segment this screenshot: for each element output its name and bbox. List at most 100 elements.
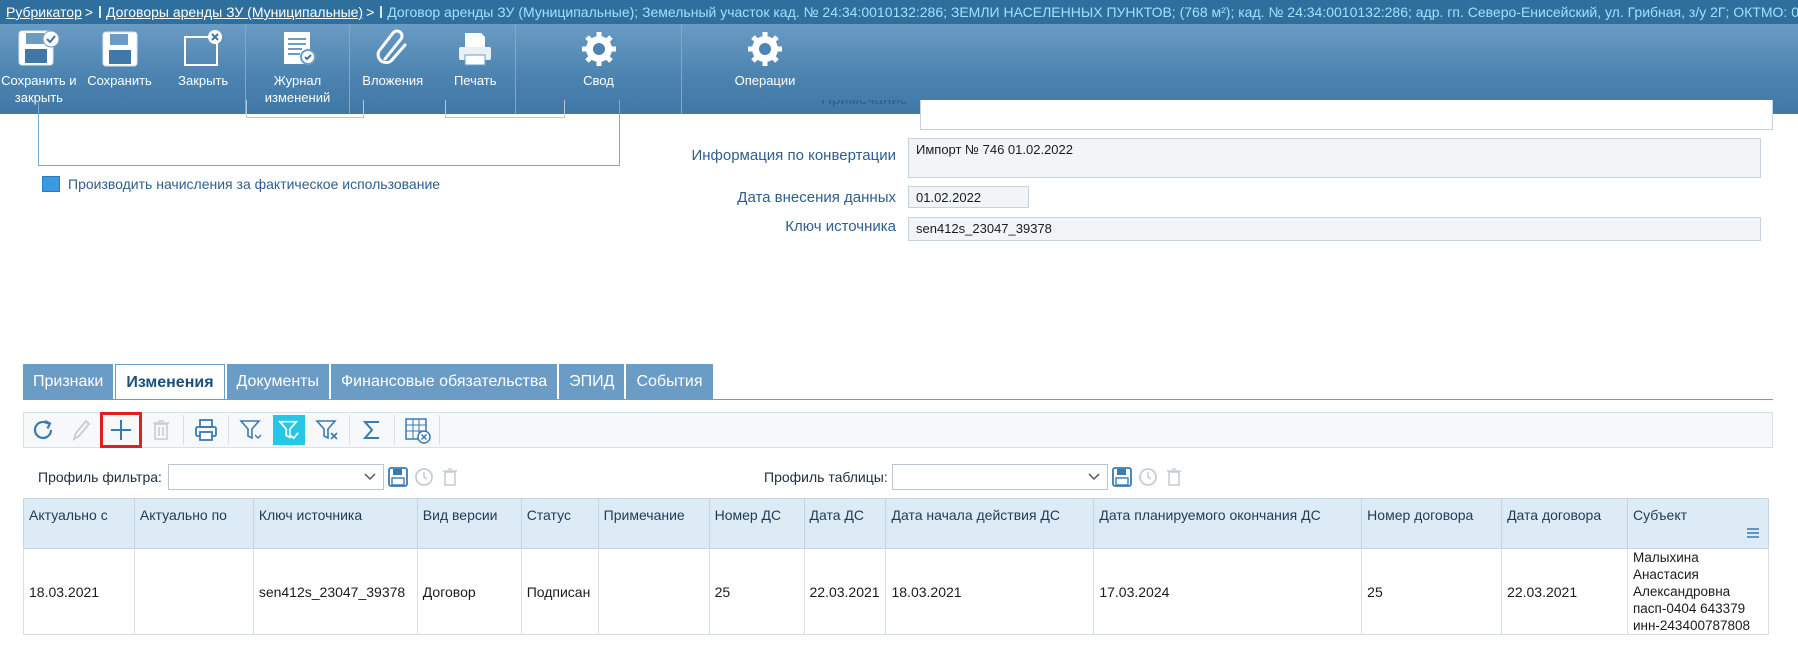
changes-table: Актуально с Актуально по Ключ источника … — [23, 498, 1770, 635]
breadcrumb: Рубрикатор > Договоры аренды ЗУ (Муницип… — [0, 0, 1798, 24]
column-menu-icon[interactable] — [1746, 527, 1760, 539]
breadcrumb-root-link[interactable]: Рубрикатор — [6, 4, 82, 20]
print-icon[interactable] — [187, 414, 225, 446]
column-header[interactable]: Вид версии — [416, 498, 522, 549]
cell-subject: Малыхина Анастасия Александровна пасп-04… — [1626, 548, 1770, 635]
subject-line: пасп-0404 643379 — [1632, 601, 1746, 616]
save-profile-icon[interactable] — [1110, 465, 1134, 489]
gear-icon — [576, 28, 622, 70]
cell-actual-to — [133, 548, 254, 635]
printer-icon — [452, 28, 498, 70]
save-icon — [97, 28, 143, 70]
sum-icon[interactable] — [353, 414, 391, 446]
attachments-label: Вложения — [362, 73, 424, 88]
delete-profile-icon[interactable] — [438, 465, 462, 489]
toolbar-separator — [349, 415, 350, 445]
toolbar-separator — [228, 415, 229, 445]
tab-attributes[interactable]: Признаки — [23, 364, 114, 399]
filter-profile-label: Профиль фильтра: — [38, 469, 162, 485]
tab-changes[interactable]: Изменения — [115, 364, 225, 400]
text-field[interactable] — [445, 100, 565, 118]
edit-icon[interactable] — [62, 414, 100, 446]
table-row[interactable]: 18.03.2021 sen412s_23047_39378 Договор П… — [23, 548, 1770, 635]
conversion-row: Информация по конвертации Импорт № 746 0… — [408, 138, 1761, 178]
entry-date-field[interactable]: 01.02.2022 — [908, 186, 1029, 208]
tab-events[interactable]: События — [626, 364, 713, 399]
column-header-subject[interactable]: Субъект — [1626, 498, 1770, 549]
cell-version-type: Договор — [416, 548, 522, 635]
source-key-label: Ключ источника — [785, 218, 896, 235]
toolbar-separator — [439, 415, 440, 445]
column-header[interactable]: Ключ источника — [252, 498, 418, 549]
cell-contract-number: 25 — [1361, 548, 1503, 635]
chevron-down-icon — [1088, 473, 1100, 481]
column-header[interactable]: Актуально по — [133, 498, 254, 549]
tab-financial-obligations[interactable]: Финансовые обязательства — [331, 364, 558, 399]
tab-epid[interactable]: ЭПИД — [559, 364, 625, 399]
column-header[interactable]: Примечание — [597, 498, 710, 549]
breadcrumb-current: Договор аренды ЗУ (Муниципальные); Земел… — [387, 4, 1798, 20]
column-header[interactable]: Дата планируемого окончания ДС — [1093, 498, 1363, 549]
tab-documents[interactable]: Документы — [226, 364, 330, 399]
column-header-label: Субъект — [1632, 507, 1688, 523]
tabs-bar: Признаки Изменения Документы Финансовые … — [23, 364, 715, 400]
actual-usage-option: Производить начисления за фактическое ис… — [42, 176, 440, 192]
refresh-icon[interactable] — [24, 414, 62, 446]
filter-profile-select[interactable] — [167, 464, 384, 490]
save-label: Сохранить — [87, 73, 152, 88]
filter-icon[interactable] — [232, 414, 270, 446]
entry-date-row: Дата внесения данных 01.02.2022 — [408, 186, 1029, 208]
filter-active-icon[interactable] — [273, 415, 305, 445]
conversion-label: Информация по конвертации — [691, 147, 896, 164]
cell-actual-from: 18.03.2021 — [23, 548, 135, 635]
breadcrumb-registry-link[interactable]: Договоры аренды ЗУ (Муниципальные) — [106, 4, 363, 20]
close-label: Закрыть — [178, 73, 229, 88]
entry-date-label: Дата внесения данных — [737, 189, 896, 206]
operations-label: Операции — [734, 73, 796, 88]
actual-usage-label: Производить начисления за фактическое ис… — [68, 176, 441, 192]
actual-usage-checkbox[interactable] — [42, 176, 60, 192]
gear-icon — [742, 28, 788, 70]
toolbar-separator — [394, 415, 395, 445]
conversion-field[interactable]: Импорт № 746 01.02.2022 — [908, 138, 1761, 178]
filter-clear-icon[interactable] — [308, 414, 346, 446]
cell-amendment-start: 18.03.2021 — [885, 548, 1095, 635]
cell-source-key: sen412s_23047_39378 — [252, 548, 418, 635]
column-header[interactable]: Дата договора — [1501, 498, 1628, 549]
note-label: Примечание — [700, 100, 908, 108]
cell-amendment-number: 25 — [708, 548, 805, 635]
cell-status: Подписан — [520, 548, 599, 635]
delete-profile-icon[interactable] — [1162, 465, 1186, 489]
add-icon[interactable] — [100, 412, 142, 448]
chevron-down-icon — [364, 473, 376, 481]
source-key-field[interactable]: sen412s_23047_39378 — [908, 217, 1761, 241]
column-header[interactable]: Статус — [520, 498, 599, 549]
cell-contract-date: 22.03.2021 — [1501, 548, 1628, 635]
toolbar-separator — [183, 415, 184, 445]
subject-line: инн-243400787808 — [1632, 618, 1751, 633]
reset-profile-icon[interactable] — [1136, 465, 1160, 489]
column-header[interactable]: Дата ДС — [803, 498, 887, 549]
reset-profile-icon[interactable] — [412, 465, 436, 489]
column-header[interactable]: Номер договора — [1361, 498, 1503, 549]
delete-icon[interactable] — [142, 414, 180, 446]
column-header[interactable]: Дата начала действия ДС — [885, 498, 1095, 549]
breadcrumb-separator: > — [366, 4, 375, 20]
table-profile-row: Профиль таблицы: — [764, 464, 1186, 490]
summary-label: Свод — [583, 73, 614, 88]
column-header[interactable]: Номер ДС — [708, 498, 805, 549]
save-profile-icon[interactable] — [386, 465, 410, 489]
journal-icon — [275, 28, 321, 70]
note-field[interactable] — [920, 100, 1773, 130]
table-settings-icon[interactable] — [398, 414, 436, 446]
grid-toolbar — [23, 412, 1773, 448]
cell-amendment-date: 22.03.2021 — [803, 548, 887, 635]
print-label: Печать — [453, 73, 497, 88]
date-picker-field[interactable] — [246, 100, 364, 118]
table-profile-select[interactable] — [891, 464, 1108, 490]
paperclip-icon — [370, 28, 416, 70]
document-icon — [380, 6, 383, 18]
table-profile-label: Профиль таблицы: — [764, 469, 888, 485]
breadcrumb-separator: > — [84, 4, 94, 20]
column-header[interactable]: Актуально с — [23, 498, 135, 549]
